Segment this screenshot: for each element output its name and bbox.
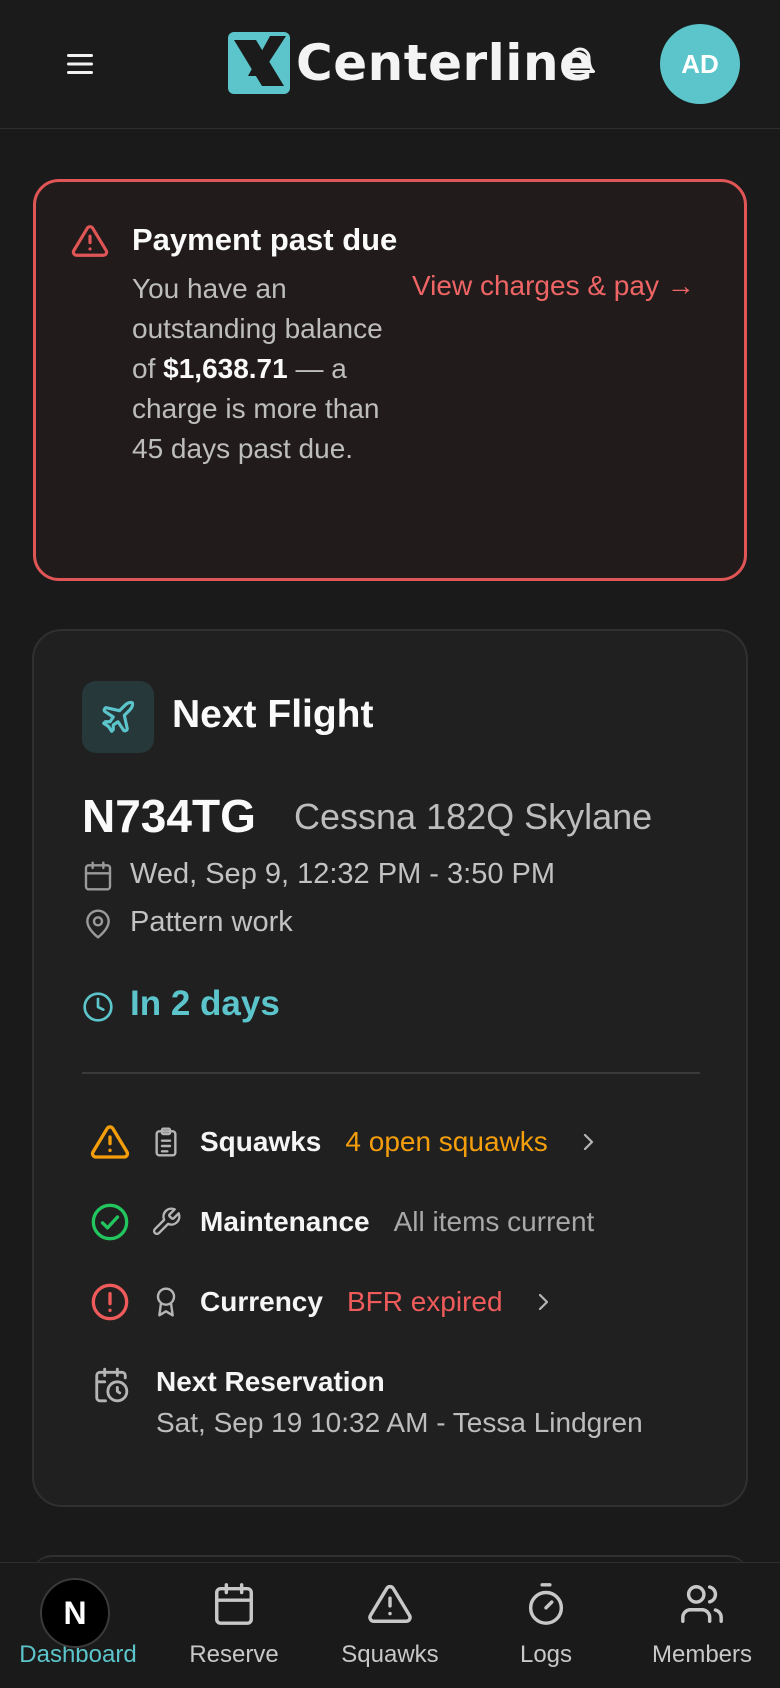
flight-location: Pattern work [130, 906, 293, 938]
map-pin-icon [86, 909, 110, 939]
nav-reserve[interactable]: Reserve [156, 1581, 312, 1681]
warning-icon [71, 225, 109, 257]
card-title: Next Flight [172, 693, 374, 736]
top-header: Centerline AD [0, 0, 780, 129]
status-row-currency[interactable]: Currency BFR expired [90, 1280, 555, 1324]
status-label: Currency [200, 1286, 323, 1317]
alert-message: You have an outstanding balance of $1,63… [132, 269, 392, 469]
brand-logo[interactable]: Centerline [226, 30, 593, 96]
bell-icon[interactable] [562, 44, 598, 84]
nav-logs[interactable]: Logs [468, 1581, 624, 1681]
plane-icon [102, 700, 135, 733]
payment-alert: Payment past due You have an outstanding… [33, 179, 747, 581]
alert-circle-icon [91, 1283, 129, 1321]
calendar-icon [215, 1583, 253, 1625]
plane-icon-tile [82, 681, 154, 753]
clock-icon [83, 992, 113, 1022]
hamburger-icon [67, 54, 93, 74]
aircraft-model: Cessna 182Q Skylane [294, 796, 653, 837]
stopwatch-icon [528, 1583, 564, 1625]
chevron-right-icon [583, 1133, 593, 1151]
next-reservation-title: Next Reservation [156, 1366, 385, 1397]
next-flight-card[interactable]: Next Flight N734TG Cessna 182Q Skylane W… [32, 629, 748, 1507]
nav-label: Members [651, 1641, 753, 1668]
status-value: 4 open squawks [345, 1126, 548, 1157]
card-divider [82, 1072, 700, 1074]
calendar-icon [84, 861, 112, 891]
users-icon [681, 1585, 723, 1623]
status-row-squawks[interactable]: Squawks 4 open squawks [90, 1120, 600, 1164]
nav-label: Squawks [341, 1641, 439, 1668]
flight-countdown: In 2 days [130, 984, 280, 1023]
check-circle-icon [91, 1203, 129, 1241]
calendar-clock-icon [95, 1367, 129, 1403]
view-charges-link[interactable]: View charges & pay → [412, 270, 695, 302]
alert-title: Payment past due [132, 222, 398, 257]
menu-button[interactable] [62, 48, 98, 80]
clipboard-icon [155, 1127, 177, 1157]
balance-amount: $1,638.71 [163, 353, 288, 384]
status-label: Squawks [200, 1126, 322, 1157]
status-row-maintenance: Maintenance All items current [90, 1200, 594, 1244]
nav-label: Logs [519, 1641, 573, 1668]
nav-members[interactable]: Members [624, 1581, 780, 1681]
user-avatar[interactable]: AD [660, 24, 740, 104]
warning-icon [368, 1585, 412, 1623]
centerline-logo-icon [228, 32, 290, 94]
bottom-nav: Dashboard Reserve Squawks Logs Members [0, 1562, 780, 1688]
brand-name: Centerline [296, 34, 594, 92]
status-value: BFR expired [346, 1286, 503, 1317]
nav-squawks[interactable]: Squawks [312, 1581, 468, 1681]
award-icon [156, 1287, 176, 1317]
flight-time: Wed, Sep 9, 12:32 PM - 3:50 PM [130, 858, 556, 890]
warning-icon [90, 1125, 130, 1159]
dev-badge[interactable]: N [40, 1578, 110, 1648]
chevron-right-icon [538, 1293, 548, 1311]
nav-label: Reserve [189, 1641, 279, 1668]
next-reservation-detail: Sat, Sep 19 10:32 AM - Tessa Lindgren [156, 1407, 643, 1438]
wrench-icon [152, 1207, 181, 1236]
tail-number: N734TG [82, 790, 256, 842]
status-label: Maintenance [200, 1206, 370, 1237]
status-value: All items current [393, 1206, 595, 1237]
